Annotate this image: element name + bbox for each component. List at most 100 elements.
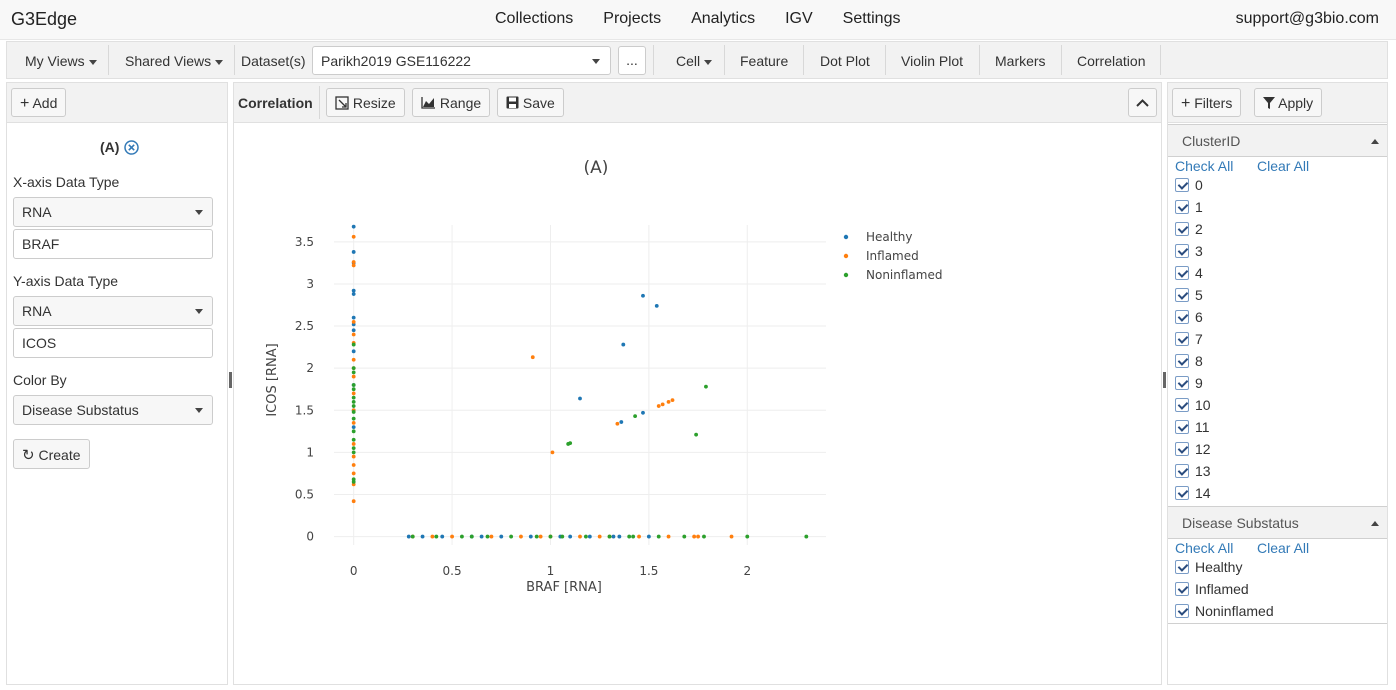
resize-button[interactable]: Resize (326, 88, 405, 117)
disease-option[interactable]: Noninflamed (1175, 601, 1274, 621)
checkbox[interactable] (1175, 604, 1189, 618)
y-tick-label: 2 (306, 361, 314, 375)
range-button[interactable]: Range (412, 88, 491, 117)
checkbox[interactable] (1175, 354, 1189, 368)
legend-label[interactable]: Noninflamed (866, 268, 942, 282)
cluster-option[interactable]: 11 (1175, 417, 1210, 437)
floppy-disk-icon (506, 96, 519, 109)
left-splitter-handle[interactable] (229, 372, 232, 388)
create-plot-button[interactable]: ↻ Create (13, 439, 90, 469)
nav-collections[interactable]: Collections (495, 10, 573, 28)
checkbox[interactable] (1175, 266, 1189, 280)
x-tick-label: 1.5 (639, 564, 658, 578)
scatter-point-inflamed (660, 402, 665, 407)
scatter-point-inflamed (351, 374, 356, 379)
apply-button[interactable]: Apply (1254, 88, 1323, 117)
disease-section-header[interactable]: Disease Substatus (1168, 506, 1387, 539)
remove-plot-icon[interactable] (124, 140, 139, 155)
cluster-option[interactable]: 1 (1175, 197, 1203, 217)
checkbox[interactable] (1175, 582, 1189, 596)
nav-igv[interactable]: IGV (785, 10, 813, 28)
scatter-point-noninflamed (351, 429, 356, 434)
checkbox[interactable] (1175, 486, 1189, 500)
y-feature-input[interactable]: ICOS (13, 328, 213, 358)
shared-views-dropdown[interactable]: Shared Views (125, 53, 224, 69)
nav-settings[interactable]: Settings (843, 10, 901, 28)
support-email-link[interactable]: support@g3bio.com (1236, 10, 1379, 28)
checkbox[interactable] (1175, 398, 1189, 412)
checkbox[interactable] (1175, 288, 1189, 302)
checkbox[interactable] (1175, 178, 1189, 192)
legend-label[interactable]: Inflamed (866, 249, 919, 263)
violin-plot-tab[interactable]: Violin Plot (901, 53, 963, 69)
cluster-option[interactable]: 3 (1175, 241, 1203, 261)
y-axis-type-select[interactable]: RNA (13, 296, 213, 326)
my-views-dropdown[interactable]: My Views (25, 53, 97, 69)
legend-marker (843, 272, 849, 278)
cluster-option[interactable]: 2 (1175, 219, 1203, 239)
checkbox[interactable] (1175, 560, 1189, 574)
cluster-option[interactable]: 13 (1175, 461, 1211, 481)
scatter-plot[interactable]: (A) 0 0.5 1 1.5 2 0 0.5 1 1.5 2 2.5 3 3.5 BRAF [RNA]… (234, 123, 1161, 684)
scatter-point-noninflamed (485, 534, 490, 539)
cluster-option[interactable]: 8 (1175, 351, 1203, 371)
cluster-option[interactable]: 10 (1175, 395, 1211, 415)
x-axis-type-select[interactable]: RNA (13, 197, 213, 227)
disease-option[interactable]: Inflamed (1175, 579, 1249, 599)
scatter-point-inflamed (692, 534, 697, 539)
save-button[interactable]: Save (497, 88, 564, 117)
checkbox[interactable] (1175, 376, 1189, 390)
scatter-point-inflamed (351, 499, 356, 504)
cluster-option[interactable]: 5 (1175, 285, 1203, 305)
cluster-section-header[interactable]: ClusterID (1168, 124, 1387, 157)
checkbox[interactable] (1175, 442, 1189, 456)
checkbox[interactable] (1175, 420, 1189, 434)
cluster-option[interactable]: 6 (1175, 307, 1203, 327)
scatter-point-inflamed (550, 450, 555, 455)
markers-tab[interactable]: Markers (995, 53, 1046, 69)
checkbox[interactable] (1175, 310, 1189, 324)
chevron-down-icon (88, 59, 97, 65)
brand-logo[interactable]: G3Edge (11, 9, 77, 30)
checkbox[interactable] (1175, 244, 1189, 258)
disease-clear-all-link[interactable]: Clear All (1257, 540, 1309, 556)
cluster-option[interactable]: 7 (1175, 329, 1203, 349)
cell-dropdown[interactable]: Cell (676, 53, 713, 69)
checkbox[interactable] (1175, 332, 1189, 346)
y-tick-label: 1 (306, 445, 314, 459)
cluster-option[interactable]: 0 (1175, 175, 1203, 195)
nav-analytics[interactable]: Analytics (691, 10, 755, 28)
dataset-select[interactable]: Parikh2019 GSE116222 (312, 46, 611, 75)
right-splitter-handle[interactable] (1163, 372, 1166, 388)
scatter-point-inflamed (351, 332, 356, 337)
collapse-button[interactable] (1128, 88, 1157, 117)
cluster-clear-all-link[interactable]: Clear All (1257, 158, 1309, 174)
cluster-option[interactable]: 14 (1175, 483, 1211, 503)
dot-plot-tab[interactable]: Dot Plot (820, 53, 870, 69)
cluster-check-all-link[interactable]: Check All (1175, 158, 1233, 174)
cluster-option[interactable]: 12 (1175, 439, 1211, 459)
plot-settings-panel: + Add (A) X-axis Data Type RNA BRAF Y-ax… (6, 82, 228, 685)
cluster-option[interactable]: 9 (1175, 373, 1203, 393)
y-axis-type-value: RNA (22, 303, 52, 319)
filters-button[interactable]: + Filters (1172, 88, 1242, 117)
main-nav: Collections Projects Analytics IGV Setti… (495, 10, 930, 28)
scatter-point-inflamed (351, 442, 356, 446)
disease-option[interactable]: Healthy (1175, 557, 1242, 577)
scatter-point-healthy (621, 342, 626, 347)
color-by-select[interactable]: Disease Substatus (13, 395, 213, 425)
checkbox[interactable] (1175, 222, 1189, 236)
cluster-option[interactable]: 4 (1175, 263, 1203, 283)
scatter-point-healthy (351, 349, 356, 354)
more-datasets-button[interactable]: ... (618, 46, 646, 75)
x-feature-input[interactable]: BRAF (13, 229, 213, 259)
feature-tab[interactable]: Feature (740, 53, 788, 69)
legend-label[interactable]: Healthy (866, 230, 913, 244)
nav-projects[interactable]: Projects (603, 10, 661, 28)
checkbox[interactable] (1175, 464, 1189, 478)
add-plot-button[interactable]: + Add (11, 88, 67, 117)
checkbox[interactable] (1175, 200, 1189, 214)
scatter-point-inflamed (656, 404, 661, 408)
disease-check-all-link[interactable]: Check All (1175, 540, 1233, 556)
correlation-tab[interactable]: Correlation (1077, 53, 1145, 69)
